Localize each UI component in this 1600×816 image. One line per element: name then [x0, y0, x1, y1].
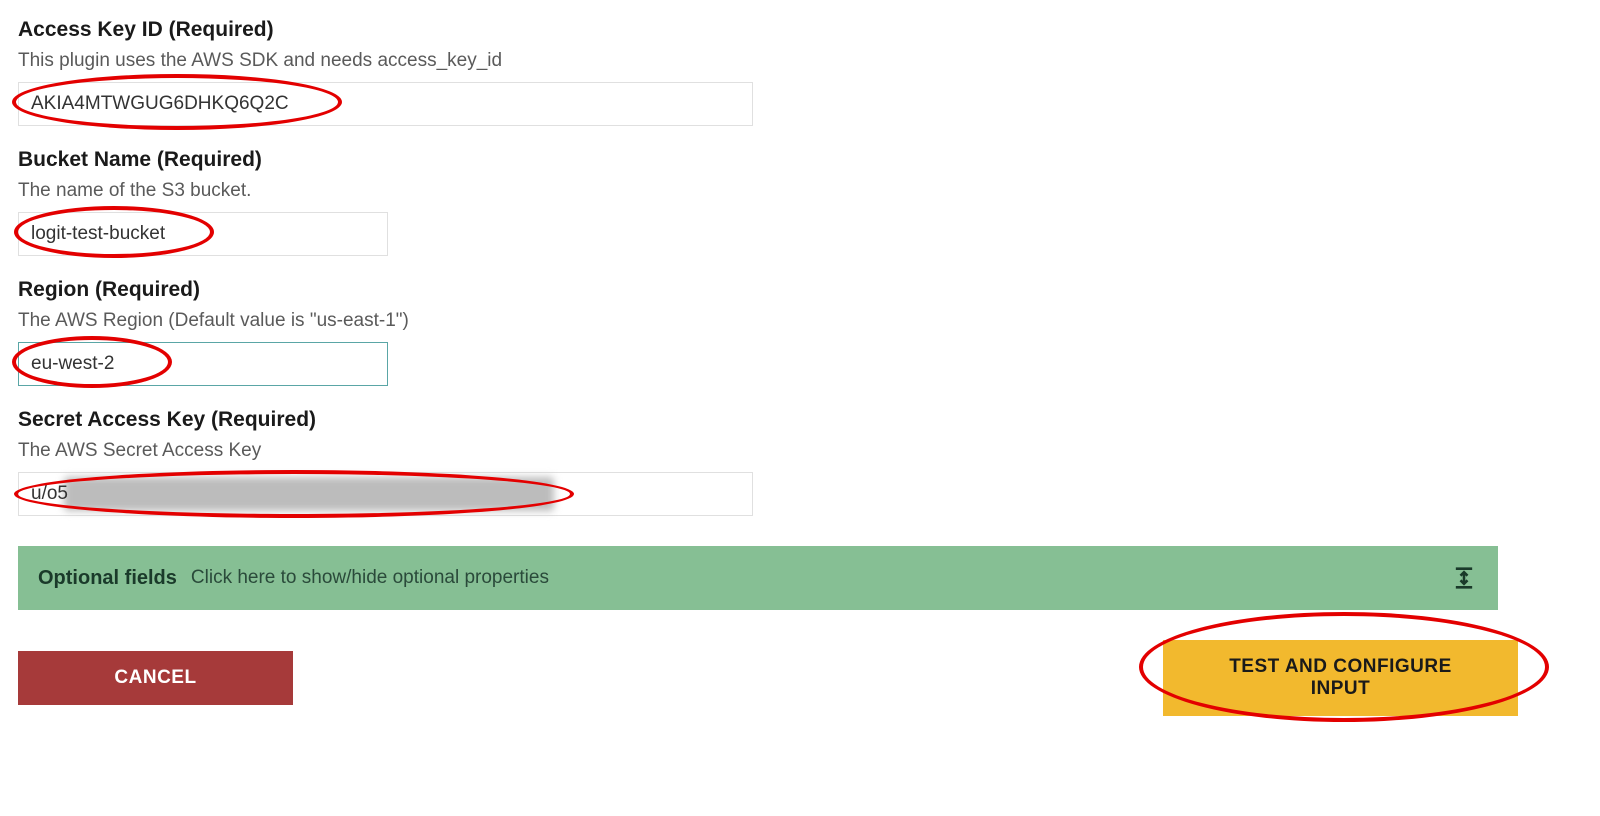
secret-visible-prefix: u/o5 — [31, 483, 68, 505]
region-description: The AWS Region (Default value is "us-eas… — [18, 310, 1518, 332]
secret-access-key-label: Secret Access Key (Required) — [18, 408, 1518, 432]
field-bucket-name: Bucket Name (Required) The name of the S… — [18, 148, 1518, 256]
optional-fields-toggle[interactable]: Optional fields Click here to show/hide … — [18, 546, 1498, 610]
field-secret-access-key: Secret Access Key (Required) The AWS Sec… — [18, 408, 1518, 516]
region-input[interactable] — [18, 342, 388, 386]
secret-blur-overlay — [64, 477, 554, 511]
bucket-name-description: The name of the S3 bucket. — [18, 180, 1518, 202]
bucket-name-input[interactable] — [18, 212, 388, 256]
test-and-configure-button[interactable]: TEST AND CONFIGURE INPUT — [1163, 640, 1518, 716]
secret-access-key-description: The AWS Secret Access Key — [18, 440, 1518, 462]
field-access-key-id: Access Key ID (Required) This plugin use… — [18, 18, 1518, 126]
optional-fields-text: Optional fields Click here to show/hide … — [38, 567, 549, 590]
access-key-id-label: Access Key ID (Required) — [18, 18, 1518, 42]
region-label: Region (Required) — [18, 278, 1518, 302]
action-button-row: CANCEL TEST AND CONFIGURE INPUT — [18, 640, 1518, 716]
secret-access-key-input[interactable]: u/o5 — [18, 472, 753, 516]
expand-collapse-icon — [1450, 564, 1478, 592]
access-key-id-description: This plugin uses the AWS SDK and needs a… — [18, 50, 1518, 72]
access-key-id-input[interactable] — [18, 82, 753, 126]
plugin-config-form: Access Key ID (Required) This plugin use… — [18, 18, 1518, 716]
field-region: Region (Required) The AWS Region (Defaul… — [18, 278, 1518, 386]
cancel-button[interactable]: CANCEL — [18, 651, 293, 705]
optional-fields-title: Optional fields — [38, 567, 177, 590]
bucket-name-label: Bucket Name (Required) — [18, 148, 1518, 172]
optional-fields-description: Click here to show/hide optional propert… — [191, 567, 549, 589]
